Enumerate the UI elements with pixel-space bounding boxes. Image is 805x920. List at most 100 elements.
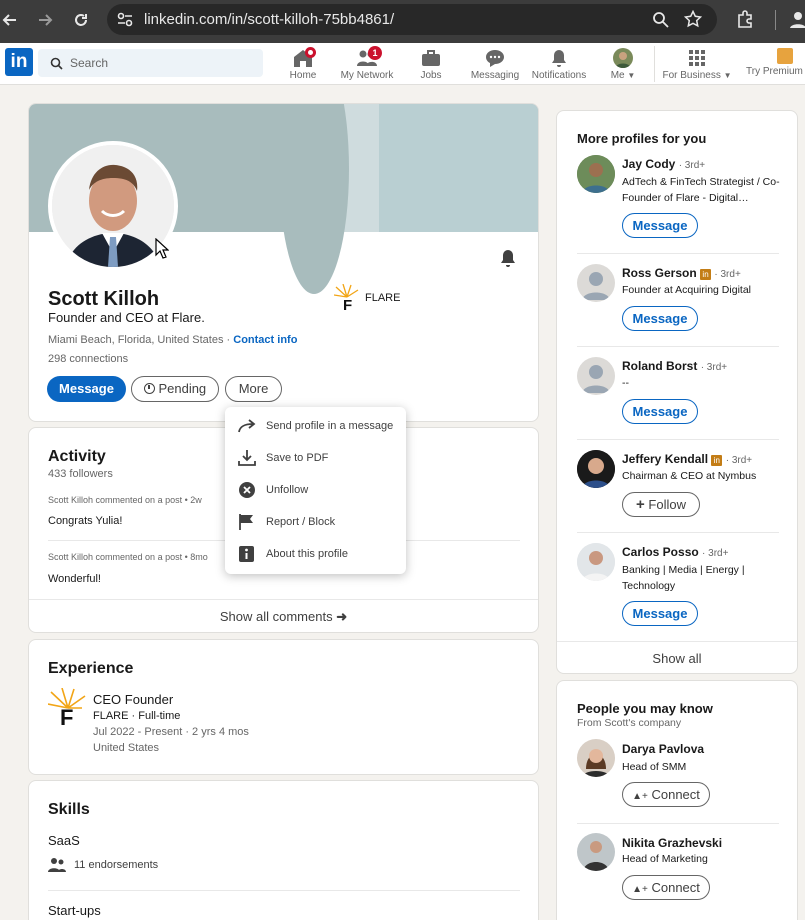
- me-avatar: [613, 48, 633, 68]
- avatar[interactable]: [577, 264, 615, 302]
- divider: [577, 532, 779, 533]
- divider: [557, 641, 797, 642]
- person-headline: Chairman & CEO at Nymbus: [622, 470, 757, 482]
- activity-post-meta: Scott Killoh commented on a post • 2w: [48, 495, 202, 505]
- flag-icon: [239, 514, 253, 530]
- person-name[interactable]: Darya Pavlova: [622, 742, 704, 756]
- flare-logo[interactable]: F: [334, 284, 360, 310]
- message-button[interactable]: Message: [622, 601, 698, 626]
- connection-degree: · 3rd+: [725, 455, 753, 466]
- person-headline: AdTech & FinTech Strategist / Co-Founder…: [622, 176, 780, 204]
- skill-endorsements[interactable]: 11 endorsements: [74, 859, 158, 871]
- premium-icon: [777, 48, 793, 64]
- message-button[interactable]: Message: [47, 376, 126, 402]
- people-icon: 1: [356, 46, 382, 68]
- avatar[interactable]: [577, 543, 615, 581]
- connections-count[interactable]: 298 connections: [48, 353, 128, 365]
- connection-degree: · 3rd+: [702, 548, 729, 559]
- close-circle-icon: [239, 482, 255, 498]
- forward-icon[interactable]: [35, 10, 55, 30]
- menu-item-label: About this profile: [266, 548, 348, 560]
- nav-home[interactable]: Home: [268, 46, 338, 82]
- skills-title: Skills: [48, 801, 90, 818]
- show-all-comments-link[interactable]: Show all comments ➜: [29, 609, 538, 625]
- person-name[interactable]: Jay Cody: [622, 157, 675, 171]
- skill-name[interactable]: SaaS: [48, 833, 80, 848]
- person-name[interactable]: Ross Gerson: [622, 266, 697, 280]
- svg-text:F: F: [60, 705, 73, 726]
- add-person-icon: ▲+: [632, 884, 648, 895]
- post-author[interactable]: Scott Killoh: [48, 552, 93, 562]
- nav-for-business[interactable]: For Business ▼: [662, 46, 732, 82]
- follow-button[interactable]: + Follow: [622, 492, 700, 517]
- connection-degree: · 3rd+: [714, 269, 741, 280]
- pending-button[interactable]: Pending: [131, 376, 219, 402]
- connect-button[interactable]: ▲+ Connect: [622, 782, 710, 807]
- profile-icon[interactable]: [788, 9, 805, 29]
- person-headline: Founder at Acquiring Digital: [622, 284, 751, 296]
- avatar[interactable]: [577, 450, 615, 488]
- nav-label: Messaging: [470, 70, 520, 81]
- connection-degree: · 3rd+: [678, 160, 706, 171]
- divider: [577, 346, 779, 347]
- back-icon[interactable]: [0, 10, 20, 30]
- toolbar-divider: [775, 10, 776, 30]
- nav-messaging[interactable]: Messaging: [460, 46, 530, 82]
- people-icon: [48, 858, 66, 872]
- separator: ·: [226, 334, 231, 346]
- message-button[interactable]: Message: [622, 306, 698, 331]
- activity-post-text[interactable]: Wonderful!: [48, 573, 101, 585]
- nav-me[interactable]: Me ▼: [588, 46, 658, 82]
- nav-try-premium[interactable]: Try Premium f: [742, 46, 805, 82]
- profile-suggestion: Jay Cody · 3rd+ AdTech & FinTech Strateg…: [577, 155, 787, 245]
- profile-company[interactable]: FLARE: [365, 292, 400, 304]
- pymk-subtitle: From Scott's company: [577, 717, 682, 729]
- more-button[interactable]: More: [225, 376, 282, 402]
- extensions-icon[interactable]: [735, 9, 755, 29]
- avatar[interactable]: [577, 833, 615, 871]
- nav-jobs[interactable]: Jobs: [396, 46, 466, 82]
- message-button[interactable]: Message: [622, 399, 698, 424]
- reload-icon[interactable]: [71, 10, 91, 30]
- search-input[interactable]: Search: [38, 49, 263, 77]
- notification-dot: [305, 47, 316, 58]
- bell-icon: [548, 48, 570, 68]
- profile-location-line: Miami Beach, Florida, United States · Co…: [48, 334, 297, 346]
- avatar[interactable]: [577, 357, 615, 395]
- profile-suggestion: Carlos Posso · 3rd+ Banking | Media | En…: [577, 543, 787, 633]
- info-icon: [239, 546, 254, 562]
- linkedin-logo[interactable]: in: [5, 48, 33, 76]
- bell-icon[interactable]: [499, 249, 517, 269]
- connect-label: Connect: [651, 880, 700, 895]
- contact-info-link[interactable]: Contact info: [233, 334, 297, 346]
- pending-label: Pending: [158, 381, 207, 396]
- nav-divider: [654, 46, 655, 82]
- show-all-link[interactable]: Show all: [557, 651, 797, 666]
- nav-notifications[interactable]: Notifications: [524, 46, 594, 82]
- grid-icon: [686, 48, 708, 68]
- zoom-icon[interactable]: [652, 11, 669, 28]
- activity-post-text[interactable]: Congrats Yulia!: [48, 515, 122, 527]
- avatar[interactable]: [577, 739, 615, 777]
- flare-logo[interactable]: F: [48, 688, 86, 726]
- premium-badge-icon: in: [711, 455, 723, 466]
- nav-my-network[interactable]: 1 My Network: [332, 46, 402, 82]
- url-text: linkedin.com/in/scott-killoh-75bb4861/: [144, 11, 395, 28]
- person-name[interactable]: Carlos Posso: [622, 545, 699, 559]
- address-bar[interactable]: linkedin.com/in/scott-killoh-75bb4861/: [107, 4, 717, 35]
- site-settings-icon[interactable]: [116, 11, 134, 28]
- message-button[interactable]: Message: [622, 213, 698, 238]
- pymk-title: People you may know: [577, 701, 713, 716]
- person-name[interactable]: Jeffery Kendall: [622, 452, 708, 466]
- avatar[interactable]: [577, 155, 615, 193]
- profile-suggestion: Jeffery Kendall in · 3rd+ Chairman & CEO…: [577, 450, 787, 525]
- activity-title: Activity: [48, 448, 106, 465]
- person-name[interactable]: Roland Borst: [622, 359, 697, 373]
- profile-suggestion: Nikita Grazhevski Head of Marketing ▲+ C…: [577, 833, 787, 908]
- post-author[interactable]: Scott Killoh: [48, 495, 93, 505]
- connect-button[interactable]: ▲+ Connect: [622, 875, 710, 900]
- skill-name[interactable]: Start-ups: [48, 903, 101, 918]
- bookmark-star-icon[interactable]: [684, 10, 702, 28]
- profile-headline: Founder and CEO at Flare.: [48, 310, 205, 325]
- person-name[interactable]: Nikita Grazhevski: [622, 836, 722, 850]
